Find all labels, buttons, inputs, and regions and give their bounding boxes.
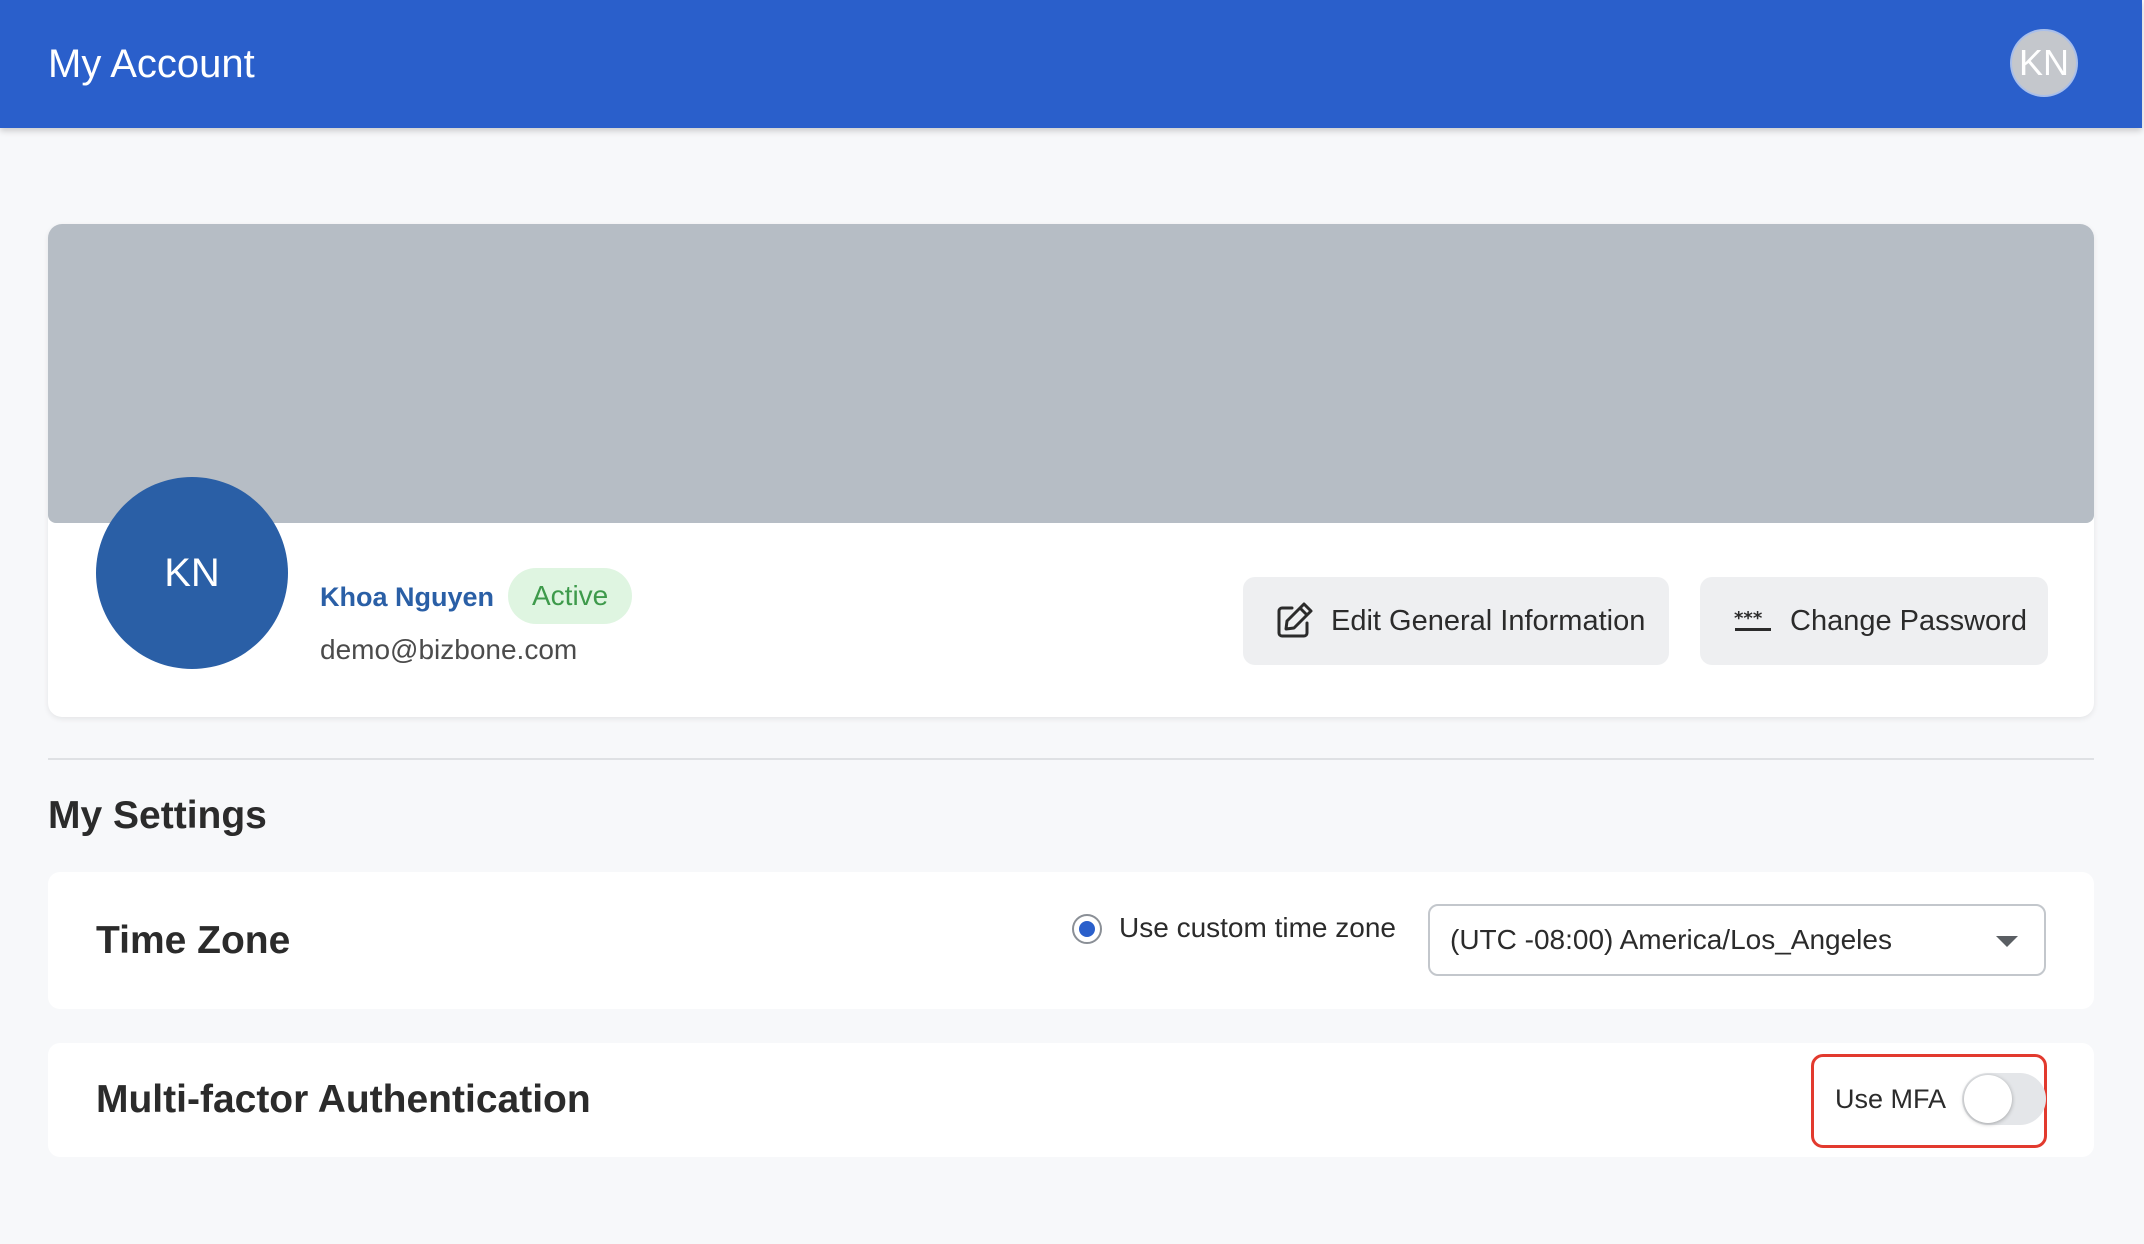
time-zone-title: Time Zone — [96, 919, 291, 962]
mfa-toggle[interactable] — [1962, 1073, 2046, 1125]
toggle-knob — [1964, 1075, 2012, 1123]
password-button-label: Change Password — [1790, 604, 2027, 637]
page-title: My Account — [48, 42, 255, 86]
chevron-down-icon — [1996, 936, 2018, 947]
section-divider — [48, 758, 2094, 760]
app-header: My Account KN — [0, 0, 2142, 128]
edit-button-label: Edit General Information — [1331, 604, 1646, 637]
settings-heading: My Settings — [48, 794, 267, 837]
custom-time-zone-radio[interactable] — [1072, 914, 1102, 944]
mfa-title: Multi-factor Authentication — [96, 1078, 591, 1121]
profile-avatar: KN — [96, 477, 288, 669]
edit-icon — [1273, 600, 1315, 642]
profile-email: demo@bizbone.com — [320, 634, 578, 665]
cover-banner — [48, 224, 2094, 523]
radio-selected-dot — [1079, 921, 1095, 937]
profile-card: KN Khoa Nguyen Active demo@bizbone.com E… — [48, 224, 2094, 717]
status-badge: Active — [508, 568, 633, 624]
time-zone-select-value: (UTC -08:00) America/Los_Angeles — [1450, 924, 1892, 955]
profile-name: Khoa Nguyen — [320, 582, 495, 612]
user-avatar-button[interactable]: KN — [2012, 31, 2076, 95]
svg-text:***: *** — [1734, 608, 1763, 629]
time-zone-select[interactable]: (UTC -08:00) America/Los_Angeles — [1428, 904, 2046, 976]
mfa-toggle-label: Use MFA — [1835, 1084, 1947, 1114]
password-icon: *** — [1732, 600, 1774, 642]
time-zone-card: Time Zone Use custom time zone (UTC -08:… — [48, 872, 2094, 1009]
custom-time-zone-label[interactable]: Use custom time zone — [1119, 910, 1396, 946]
mfa-card: Multi-factor Authentication Use MFA — [48, 1043, 2094, 1157]
edit-general-information-button[interactable]: Edit General Information — [1243, 577, 1669, 665]
change-password-button[interactable]: *** Change Password — [1700, 577, 2048, 665]
